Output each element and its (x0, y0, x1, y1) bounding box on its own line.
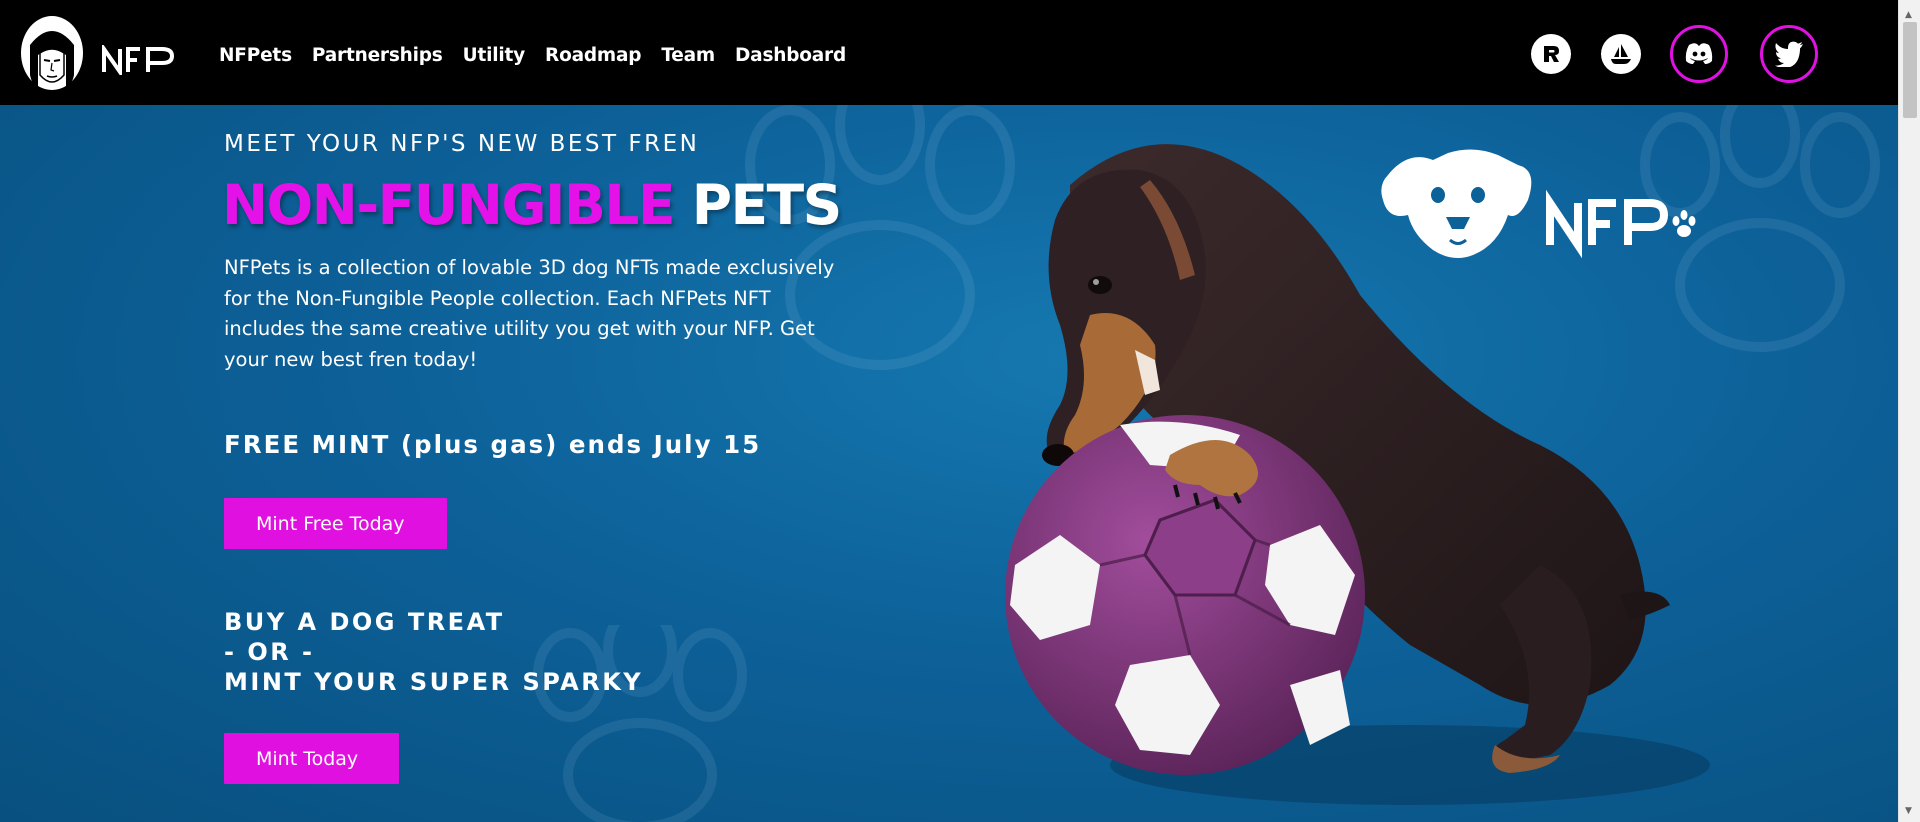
nfpets-dog-logo (1381, 149, 1696, 259)
hero-headline: NON-FUNGIBLE PETS (222, 173, 843, 237)
hero-description: NFPets is a collection of lovable 3D dog… (224, 256, 835, 371)
vertical-scrollbar[interactable]: ▲ ▼ (1898, 0, 1920, 822)
buy-line-1: BUY A DOG TREAT (224, 608, 505, 636)
mint-free-today-button[interactable]: Mint Free Today (224, 498, 447, 549)
mint-today-button[interactable]: Mint Today (224, 733, 399, 784)
nav-team[interactable]: Team (661, 45, 715, 66)
nfp-face-logo[interactable] (20, 15, 84, 91)
scroll-down-arrow-icon[interactable]: ▼ (1905, 806, 1912, 816)
hero-section: MEET YOUR NFP'S NEW BEST FREN NON-FUNGIB… (0, 105, 1898, 822)
scroll-up-arrow-icon[interactable]: ▲ (1905, 10, 1912, 20)
twitter-icon[interactable] (1760, 25, 1818, 83)
buy-or-mint-heading: BUY A DOG TREAT - OR - MINT YOUR SUPER S… (224, 607, 643, 697)
scrollbar-thumb[interactable] (1903, 22, 1917, 118)
main-nav: NFPets Partnerships Utility Roadmap Team… (219, 45, 846, 66)
nav-utility[interactable]: Utility (463, 45, 526, 66)
rarible-icon[interactable] (1531, 34, 1571, 74)
nav-roadmap[interactable]: Roadmap (545, 45, 641, 66)
discord-icon[interactable] (1670, 25, 1728, 83)
hero-eyebrow: MEET YOUR NFP'S NEW BEST FREN (224, 131, 700, 157)
nav-dashboard[interactable]: Dashboard (735, 45, 846, 66)
site-header: NFPets Partnerships Utility Roadmap Team… (0, 0, 1898, 105)
nav-partnerships[interactable]: Partnerships (312, 45, 443, 66)
opensea-icon[interactable] (1601, 34, 1641, 74)
headline-rest: PETS (691, 173, 843, 237)
buy-line-3: MINT YOUR SUPER SPARKY (224, 668, 644, 696)
free-mint-heading: FREE MINT (plus gas) ends July 15 (224, 430, 762, 459)
buy-line-2: - OR - (224, 638, 315, 666)
headline-highlight: NON-FUNGIBLE (222, 173, 676, 237)
nfp-wordmark[interactable] (100, 42, 180, 79)
nav-nfpets[interactable]: NFPets (219, 45, 292, 66)
